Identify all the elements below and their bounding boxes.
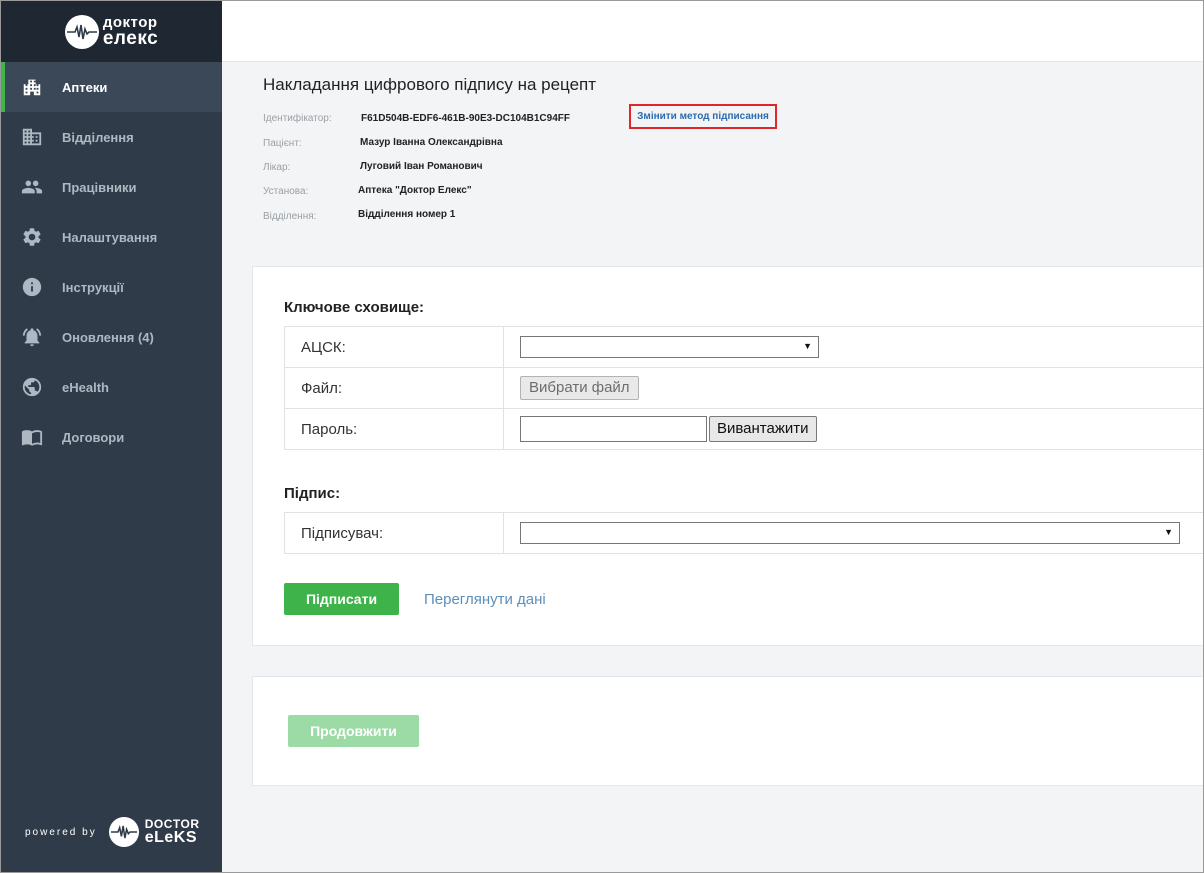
change-signing-method-button[interactable]: Змінити метод підписання <box>629 104 777 129</box>
bell-alert-icon <box>21 326 43 348</box>
sidebar-item-label: Оновлення (4) <box>62 329 154 345</box>
table-row: Файл: Вибрати файл <box>284 367 1203 409</box>
top-bar <box>222 1 1203 62</box>
institution-label: Установа: <box>263 186 309 197</box>
patient-value: Мазур Іванна Олександрівна <box>360 137 503 148</box>
table-row: Пароль: Вивантажити <box>284 408 1203 450</box>
app-window: доктор елекс Аптеки Відділення Працівник… <box>0 0 1204 873</box>
doctor-value: Луговий Іван Романович <box>360 161 483 172</box>
sidebar-item-label: Аптеки <box>62 79 108 95</box>
acsk-label: АЦСК: <box>284 326 504 368</box>
table-row: АЦСК: ▼ <box>284 326 1203 368</box>
sidebar-item-updates[interactable]: Оновлення (4) <box>1 312 222 362</box>
sidebar-item-instructions[interactable]: Інструкції <box>1 262 222 312</box>
sidebar-item-contracts[interactable]: Договори <box>1 412 222 462</box>
choose-file-button[interactable]: Вибрати файл <box>520 376 639 400</box>
signature-table: Підписувач: ▼ <box>284 512 1203 554</box>
gear-icon <box>21 226 43 248</box>
globe-icon <box>21 376 43 398</box>
pulse-logo-icon <box>64 14 99 49</box>
keystore-table: АЦСК: ▼ Файл: Вибрати файл Пароль: Виван… <box>284 326 1203 450</box>
signing-panel: Ключове сховище: АЦСК: ▼ Файл: Вибрати ф… <box>252 266 1203 646</box>
dropdown-arrow-icon: ▼ <box>1164 527 1173 537</box>
powered-by: powered by DOCTOR eLeKS <box>25 817 199 847</box>
pulse-logo-icon <box>108 817 139 847</box>
sidebar-item-settings[interactable]: Налаштування <box>1 212 222 262</box>
signer-select[interactable]: ▼ <box>520 522 1180 544</box>
logo-line2: елекс <box>102 28 159 49</box>
pharmacy-building-icon <box>21 76 43 98</box>
powered-line2: eLeKS <box>144 829 197 846</box>
acsk-select[interactable]: ▼ <box>520 336 819 358</box>
identifier-label: Ідентифікатор: <box>263 113 332 124</box>
password-input[interactable] <box>520 416 707 442</box>
keystore-title: Ключове сховище: <box>284 299 425 316</box>
sidebar-item-label: eHealth <box>62 379 109 395</box>
sidebar-item-label: Налаштування <box>62 229 158 245</box>
sidebar-item-employees[interactable]: Працівники <box>1 162 222 212</box>
info-icon <box>21 276 43 298</box>
identifier-value: F61D504B-EDF6-461B-90E3-DC104B1C94FF <box>361 113 570 124</box>
table-row: Підписувач: ▼ <box>284 512 1203 554</box>
continue-button[interactable]: Продовжити <box>288 715 419 747</box>
patient-label: Пацієнт: <box>263 138 302 149</box>
doctor-eleks-logo: доктор елекс <box>64 14 159 49</box>
signature-title: Підпис: <box>284 485 341 502</box>
signer-label: Підписувач: <box>284 512 504 554</box>
department-label: Відділення: <box>263 211 317 222</box>
view-data-link[interactable]: Переглянути дані <box>424 591 546 608</box>
sidebar-item-label: Інструкції <box>62 279 124 295</box>
sidebar-item-pharmacies[interactable]: Аптеки <box>1 62 222 112</box>
sidebar-nav: Аптеки Відділення Працівники Налаштуванн… <box>1 62 222 462</box>
sidebar: доктор елекс Аптеки Відділення Працівник… <box>1 1 222 872</box>
file-label: Файл: <box>284 367 504 409</box>
sidebar-item-ehealth[interactable]: eHealth <box>1 362 222 412</box>
upload-button[interactable]: Вивантажити <box>709 416 817 442</box>
dropdown-arrow-icon: ▼ <box>803 341 812 351</box>
sidebar-item-departments[interactable]: Відділення <box>1 112 222 162</box>
sign-button[interactable]: Підписати <box>284 583 399 615</box>
password-label: Пароль: <box>284 408 504 450</box>
department-value: Відділення номер 1 <box>358 209 456 220</box>
people-icon <box>21 176 43 198</box>
page-title: Накладання цифрового підпису на рецепт <box>263 75 597 94</box>
book-icon <box>21 426 43 448</box>
institution-value: Аптека "Доктор Елекс" <box>358 185 472 196</box>
sidebar-item-label: Договори <box>62 429 125 445</box>
sidebar-item-label: Відділення <box>62 129 134 145</box>
doctor-label: Лікар: <box>263 162 291 173</box>
powered-by-label: powered by <box>25 826 97 838</box>
department-building-icon <box>21 126 43 148</box>
logo-area[interactable]: доктор елекс <box>1 1 222 62</box>
continue-panel: Продовжити <box>252 676 1203 786</box>
sidebar-item-label: Працівники <box>62 179 137 195</box>
